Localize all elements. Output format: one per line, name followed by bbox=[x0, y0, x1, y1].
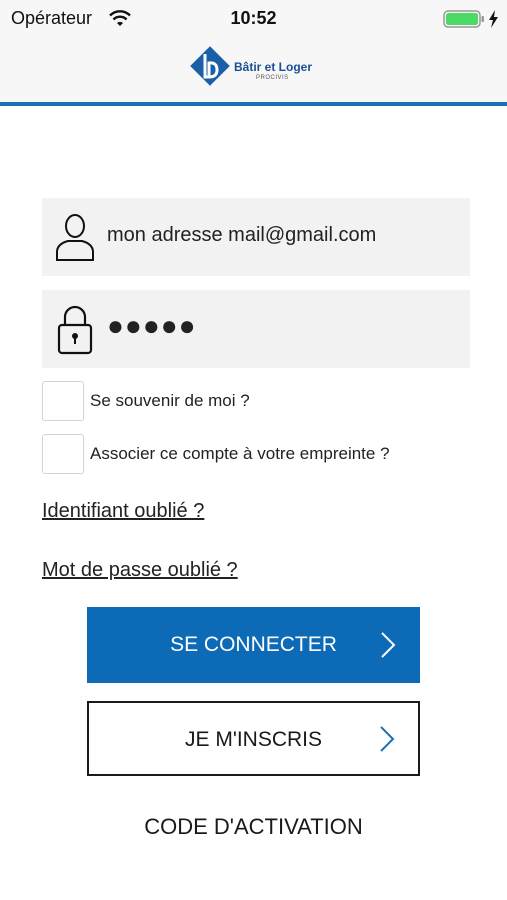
forgot-password-link[interactable]: Mot de passe oublié ? bbox=[42, 559, 238, 582]
header-accent-line bbox=[0, 102, 507, 106]
logo-name: Bâtir et Loger bbox=[234, 60, 313, 74]
forgot-id-link[interactable]: Identifiant oublié ? bbox=[42, 500, 204, 523]
lock-icon bbox=[57, 305, 93, 355]
password-field[interactable]: ●●●●● bbox=[42, 290, 470, 368]
user-icon bbox=[56, 214, 94, 261]
logo-mark-icon bbox=[190, 46, 230, 86]
remember-me-label: Se souvenir de moi ? bbox=[90, 391, 250, 410]
fingerprint-label: Associer ce compte à votre empreinte ? bbox=[90, 444, 390, 463]
battery-icon bbox=[443, 10, 498, 28]
chevron-right-icon bbox=[381, 632, 396, 658]
connect-button[interactable]: SE CONNECTER bbox=[87, 607, 420, 683]
chevron-right-icon bbox=[380, 726, 395, 752]
email-field[interactable]: mon adresse mail@gmail.com bbox=[42, 198, 470, 276]
password-value: ●●●●● bbox=[107, 310, 197, 341]
status-bar: Opérateur 10:52 bbox=[0, 0, 507, 38]
email-value: mon adresse mail@gmail.com bbox=[107, 224, 377, 246]
fingerprint-checkbox[interactable] bbox=[42, 434, 84, 474]
signup-button[interactable]: JE M'INSCRIS bbox=[87, 701, 420, 776]
logo-subtitle: PROCIVIS bbox=[256, 75, 289, 81]
signup-button-label: JE M'INSCRIS bbox=[184, 728, 323, 751]
connect-button-label: SE CONNECTER bbox=[170, 633, 337, 656]
activation-code-link[interactable]: CODE D'ACTIVATION bbox=[0, 814, 507, 840]
remember-me-checkbox[interactable] bbox=[42, 381, 84, 421]
app-logo: Bâtir et Loger PROCIVIS bbox=[190, 46, 330, 92]
clock: 10:52 bbox=[230, 8, 277, 28]
